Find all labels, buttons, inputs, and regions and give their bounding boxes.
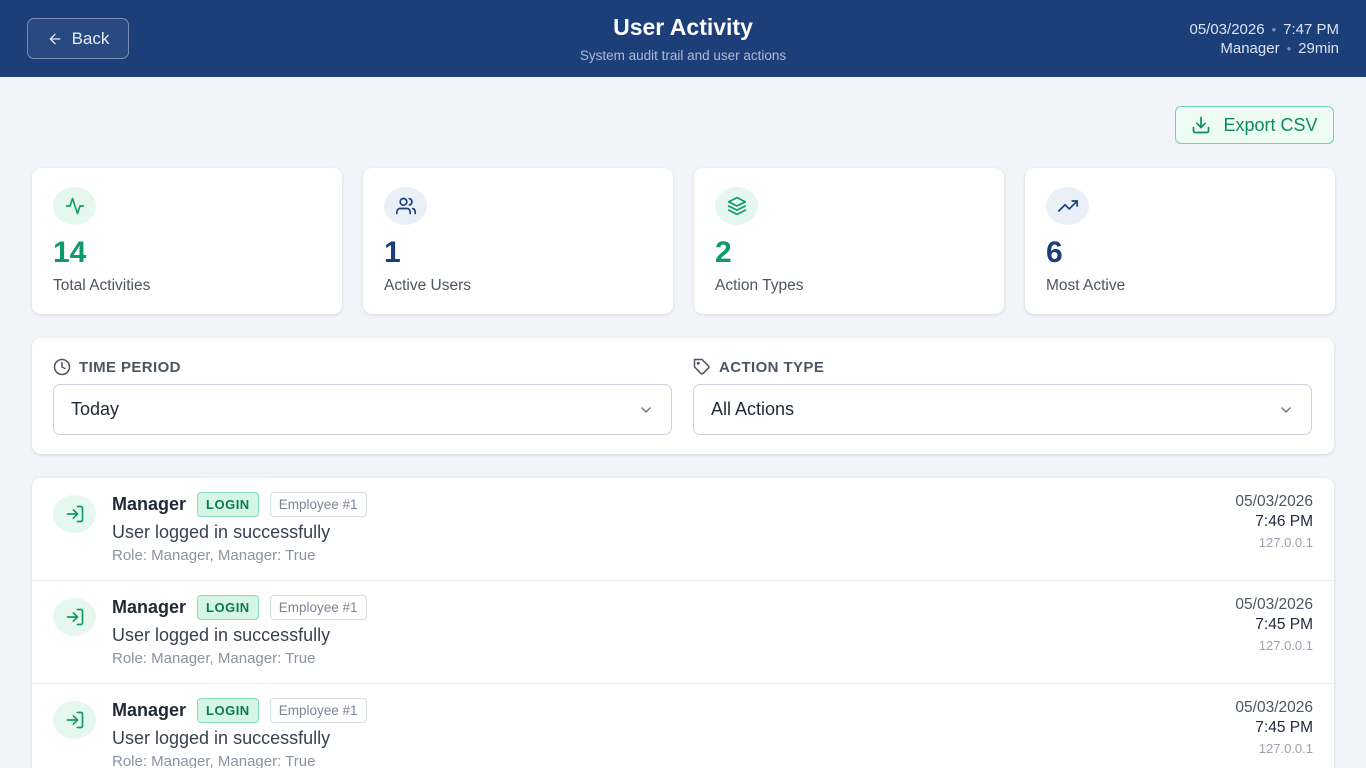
activity-date: 05/03/2026 [1235,699,1313,716]
header-center: User Activity System audit trail and use… [433,14,933,63]
arrow-left-icon [49,33,60,44]
action-badge: LOGIN [197,595,259,620]
activity-user: Manager [112,494,187,514]
export-label: Export CSV [1223,114,1318,135]
activity-ip: 127.0.0.1 [1258,741,1313,756]
time-period-value: Today [71,399,120,419]
stat-card-active-users: 1 Active Users [363,168,673,314]
back-label: Back [71,28,110,48]
employee-tag: Employee #1 [269,595,367,620]
activity-meta: Role: Manager, Manager: True [112,650,316,667]
download-icon [1193,116,1210,134]
activity-date: 05/03/2026 [1235,596,1313,613]
action-type-select[interactable]: All Actions [693,384,1312,435]
stat-value: 6 [1046,236,1063,269]
tag-icon [693,358,710,375]
activity-time: 7:46 PM [1255,513,1313,530]
time-period-select[interactable]: Today [53,384,672,435]
export-csv-button[interactable]: Export CSV [1175,106,1334,144]
activity-row[interactable]: Manager LOGIN Employee #1 User logged in… [32,684,1334,768]
activity-user: Manager [112,597,187,617]
clock-icon [53,358,71,376]
separator-dot: • [1271,22,1277,37]
activity-list: Manager LOGIN Employee #1 User logged in… [32,478,1334,768]
separator-dot: • [1286,41,1292,56]
stat-label: Most Active [1046,277,1126,294]
activity-time: 7:45 PM [1255,719,1313,736]
time-period-label: TIME PERIOD [53,358,181,376]
login-icon [53,598,96,636]
activity-user: Manager [112,700,187,720]
activity-row[interactable]: Manager LOGIN Employee #1 User logged in… [32,581,1334,684]
page-title: User Activity [613,14,753,40]
login-icon [53,701,96,739]
stat-card-action-types: 2 Action Types [694,168,1004,314]
app-header: Back User Activity System audit trail an… [0,0,1366,77]
activity-header: Manager LOGIN Employee #1 [112,595,367,620]
back-button[interactable]: Back [27,18,129,59]
stat-value: 2 [715,236,732,269]
current-date: 05/03/2026 [1189,21,1265,38]
activity-header: Manager LOGIN Employee #1 [112,698,367,723]
activity-ip: 127.0.0.1 [1258,535,1313,550]
stat-label: Active Users [384,277,471,294]
chevron-down-icon [641,406,651,413]
layers-icon [715,187,758,225]
activity-timestamp: 05/03/2026 7:45 PM 127.0.0.1 [1235,596,1313,653]
login-icon [53,495,96,533]
activity-description: User logged in successfully [112,522,331,542]
action-badge: LOGIN [197,698,259,723]
stat-card-most-active: 6 Most Active [1025,168,1335,314]
trending-up-icon [1046,187,1089,225]
activity-ip: 127.0.0.1 [1258,638,1313,653]
stat-label: Action Types [715,277,804,294]
activity-description: User logged in successfully [112,625,331,645]
activity-timestamp: 05/03/2026 7:45 PM 127.0.0.1 [1235,699,1313,756]
current-user: Manager [1220,40,1280,57]
stat-value: 14 [53,236,87,269]
activity-date: 05/03/2026 [1235,493,1313,510]
action-type-label: ACTION TYPE [693,358,824,376]
action-type-value: All Actions [711,399,795,419]
activity-time: 7:45 PM [1255,616,1313,633]
users-icon [384,187,427,225]
stat-card-total-activities: 14 Total Activities [32,168,342,314]
page-subtitle: System audit trail and user actions [579,48,787,63]
chevron-down-icon [1281,406,1291,413]
employee-tag: Employee #1 [269,698,367,723]
session-info: 05/03/2026 • 7:47 PM Manager • 29min [1189,20,1339,58]
activity-description: User logged in successfully [112,728,331,748]
action-badge: LOGIN [197,492,259,517]
activity-timestamp: 05/03/2026 7:46 PM 127.0.0.1 [1235,493,1313,550]
activity-row[interactable]: Manager LOGIN Employee #1 User logged in… [32,478,1334,581]
session-duration: 29min [1298,40,1339,57]
activity-meta: Role: Manager, Manager: True [112,753,316,768]
filters-panel: TIME PERIOD Today ACTION TYPE All Action… [32,338,1334,454]
employee-tag: Employee #1 [269,492,367,517]
current-time: 7:47 PM [1283,21,1339,38]
activity-meta: Role: Manager, Manager: True [112,547,316,564]
activity-icon [53,187,96,225]
activity-header: Manager LOGIN Employee #1 [112,492,367,517]
stat-label: Total Activities [53,277,151,294]
stat-value: 1 [384,236,401,269]
